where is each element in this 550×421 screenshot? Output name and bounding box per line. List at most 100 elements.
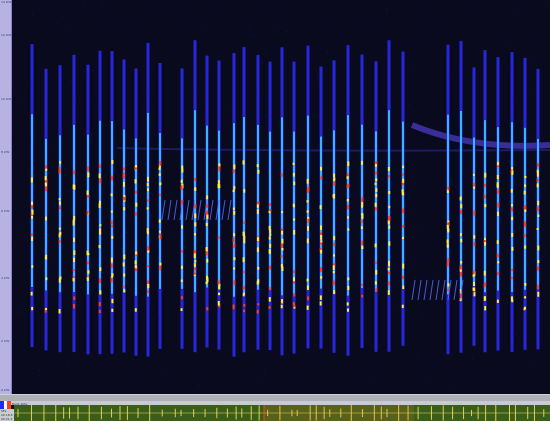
call-pulse-hotspot [307, 218, 310, 223]
noise-speck [420, 229, 422, 231]
call-pulse-hotspot [233, 233, 236, 237]
call-pulse [332, 60, 336, 353]
noise-speck [476, 173, 478, 175]
noise-speck [95, 278, 97, 280]
noise-speck [367, 342, 369, 344]
noise-speck [139, 292, 141, 294]
spectrogram-canvas[interactable] [12, 0, 550, 394]
call-pulse-hotspot [361, 283, 364, 286]
noise-speck [143, 48, 145, 50]
call-pulse-hotspot [268, 297, 271, 302]
call-pulse-hotspot [537, 260, 540, 264]
call-pulse-hotspot [484, 242, 487, 246]
call-pulse-hotspot [111, 308, 114, 312]
call-pulse-hotspot [473, 186, 476, 189]
noise-speck [208, 33, 210, 35]
call-pulse-hotspot [473, 281, 476, 287]
call-pulse-hotspot [135, 190, 138, 194]
noise-speck [83, 71, 85, 73]
call-pulse-hotspot [111, 273, 114, 277]
noise-speck [355, 238, 357, 240]
call-pulse-hotspot [497, 189, 500, 194]
call-pulse-hotspot [243, 189, 246, 193]
noise-speck [539, 182, 541, 184]
call-pulse-hotspot [361, 245, 364, 249]
call-pulse-hotspot [31, 215, 34, 219]
call-pulse-hotspot [523, 190, 526, 195]
noise-speck [114, 123, 116, 125]
call-pulse-hotspot [86, 277, 89, 281]
call-pulse-hotspot [332, 254, 335, 257]
noise-speck [479, 257, 481, 259]
noise-speck [528, 174, 530, 176]
call-pulse-hotspot [158, 230, 161, 233]
call-pulse-hotspot [536, 183, 539, 188]
noise-speck [515, 97, 517, 99]
call-pulse-hotspot [361, 240, 364, 245]
noise-speck [65, 306, 67, 308]
call-pulse-hotspot [233, 257, 236, 261]
noise-speck [152, 7, 154, 9]
call-pulse-mid [511, 122, 513, 292]
noise-speck [496, 41, 498, 43]
noise-speck [515, 335, 517, 337]
noise-speck [500, 211, 502, 213]
chirp-mark [423, 279, 428, 301]
call-pulse-hotspot [269, 265, 272, 270]
call-pulse-hotspot [446, 239, 449, 244]
noise-speck [295, 124, 297, 126]
noise-speck [376, 366, 378, 368]
colormap-swatch[interactable] [0, 401, 12, 409]
call-pulse-hotspot [242, 232, 245, 237]
noise-speck [157, 74, 159, 76]
call-pulse-hotspot [122, 262, 125, 267]
call-pulse-mid [59, 135, 61, 293]
noise-speck [426, 250, 428, 252]
chirp-mark [173, 199, 178, 221]
call-pulse-hotspot [233, 267, 236, 270]
call-pulse [98, 50, 102, 355]
frequency-tick-label: 12 kHz [1, 33, 12, 37]
call-pulse-hotspot [122, 196, 125, 201]
timeline-strip[interactable] [0, 394, 550, 401]
call-pulse-hotspot [293, 293, 296, 297]
call-pulse-hotspot [401, 189, 404, 193]
call-pulse-hotspot [98, 309, 101, 313]
call-pulse-hotspot [346, 184, 349, 189]
noise-speck [249, 35, 251, 37]
noise-speck [264, 115, 266, 117]
noise-speck [504, 46, 506, 48]
call-pulse-hotspot [293, 303, 296, 308]
overview-waveform[interactable] [14, 405, 550, 421]
call-pulse-hotspot [205, 275, 208, 280]
call-pulse-hotspot [402, 192, 405, 196]
noise-speck [412, 68, 414, 70]
noise-speck [13, 165, 15, 167]
call-pulse-hotspot [147, 246, 150, 251]
call-pulse-hotspot [256, 280, 259, 285]
noise-speck [428, 306, 430, 308]
call-pulse-hotspot [147, 176, 150, 182]
noise-speck [83, 351, 85, 353]
noise-speck [152, 318, 154, 320]
call-pulse-hotspot [194, 213, 197, 219]
selection-end: 00:21.4 [1, 417, 13, 421]
noise-speck [390, 220, 392, 222]
call-pulse-hotspot [59, 232, 62, 236]
noise-speck [417, 9, 419, 11]
call-pulse [242, 47, 246, 353]
call-pulse-hotspot [319, 295, 322, 300]
noise-speck [501, 209, 503, 211]
noise-speck [464, 375, 466, 377]
call-pulse [306, 45, 310, 349]
noise-speck [235, 196, 237, 198]
call-pulse-hotspot [374, 202, 377, 207]
frequency-tick-label: 4 kHz [1, 276, 10, 280]
call-pulse-hotspot [307, 296, 310, 301]
noise-speck [275, 220, 277, 222]
call-pulse-hotspot [447, 283, 450, 287]
call-pulse-hotspot [45, 254, 48, 260]
noise-speck [107, 27, 109, 29]
call-pulse-hotspot [292, 162, 295, 165]
call-pulse-hotspot [86, 260, 89, 265]
